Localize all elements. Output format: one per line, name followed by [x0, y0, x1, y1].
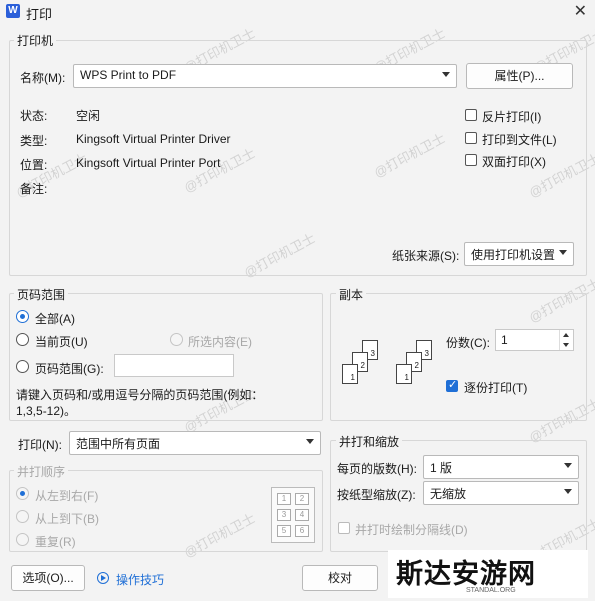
pages-per-sheet-value: 1 版	[430, 461, 453, 475]
status-value: 空闲	[76, 109, 101, 123]
reverse-print-label[interactable]: 反片打印(I)	[482, 108, 541, 125]
print-to-file-checkbox[interactable]	[465, 132, 477, 144]
order-grid-icon: 1 2 3 4 5 6	[271, 487, 315, 543]
location-value: Kingsoft Virtual Printer Port	[76, 156, 221, 170]
printer-name-label: 名称(M):	[20, 71, 66, 85]
close-icon[interactable]: ✕	[574, 1, 587, 21]
copies-count-value: 1	[501, 333, 508, 347]
order-group-title: 并打顺序	[14, 463, 69, 480]
window-title: 打印	[26, 7, 53, 22]
help-icon[interactable]	[97, 572, 109, 584]
scale-label: 按纸型缩放(Z):	[337, 488, 416, 502]
site-logo-sub: STANDAL.ORG	[466, 587, 516, 594]
wps-app-icon: W	[6, 4, 20, 18]
duplex-checkbox[interactable]	[465, 154, 477, 166]
site-logo: 斯达安游网 STANDAL.ORG	[388, 550, 588, 598]
scale-select[interactable]: 无缩放	[423, 481, 579, 505]
range-hint-line2: 1,3,5-12)。	[16, 404, 77, 418]
zoom-group-title: 并打和缩放	[336, 433, 403, 450]
printer-name-select[interactable]: WPS Print to PDF	[73, 64, 457, 88]
pages-per-sheet-label: 每页的版数(H):	[337, 462, 417, 476]
range-current-radio[interactable]	[16, 333, 29, 346]
draw-borders-label[interactable]: 并打时绘制分隔线(D)	[355, 521, 468, 538]
scale-value: 无缩放	[430, 487, 467, 501]
draw-borders-checkbox[interactable]	[338, 522, 350, 534]
site-logo-text: 斯达安游网	[396, 559, 536, 590]
paper-source-select[interactable]: 使用打印机设置	[464, 242, 574, 266]
title-bar: W 打印 ✕	[0, 0, 595, 24]
collate-checkbox[interactable]	[446, 378, 458, 392]
chevron-down-icon	[564, 463, 572, 468]
properties-button[interactable]: 属性(P)...	[466, 63, 573, 89]
location-label: 位置:	[20, 158, 48, 172]
range-pages-label[interactable]: 页码范围(G):	[35, 360, 104, 377]
copies-group-title: 副本	[336, 286, 367, 303]
order-left-right-radio[interactable]	[16, 487, 29, 500]
range-pages-radio[interactable]	[16, 360, 29, 373]
order-top-bottom-label[interactable]: 从上到下(B)	[35, 510, 99, 527]
range-all-label[interactable]: 全部(A)	[35, 310, 75, 327]
print-what-select[interactable]: 范围中所有页面	[69, 431, 321, 455]
range-selection-radio[interactable]	[170, 333, 183, 346]
chevron-down-icon	[564, 489, 572, 494]
tips-link[interactable]: 操作技巧	[116, 571, 164, 588]
reverse-print-checkbox[interactable]	[465, 109, 477, 121]
paper-source-value: 使用打印机设置	[471, 248, 556, 262]
printer-group-title: 打印机	[14, 32, 57, 49]
range-hint-line1: 请键入页码和/或用逗号分隔的页码范围(例如：	[16, 388, 264, 402]
chevron-down-icon	[559, 250, 567, 255]
comment-label: 备注:	[20, 182, 48, 196]
pages-per-sheet-select[interactable]: 1 版	[423, 455, 579, 479]
status-label: 状态:	[20, 109, 48, 123]
chevron-down-icon	[306, 439, 314, 444]
range-all-radio[interactable]	[16, 310, 29, 323]
order-repeat-label[interactable]: 重复(R)	[35, 533, 76, 550]
print-what-value: 范围中所有页面	[76, 437, 161, 451]
printer-name-value: WPS Print to PDF	[80, 68, 177, 82]
duplex-label[interactable]: 双面打印(X)	[482, 153, 546, 170]
page-range-input[interactable]	[114, 354, 234, 377]
paper-source-label: 纸张来源(S):	[392, 249, 460, 263]
spin-stepper-icon[interactable]	[559, 330, 573, 350]
order-top-bottom-radio[interactable]	[16, 510, 29, 523]
collate-label[interactable]: 逐份打印(T)	[464, 379, 527, 396]
options-button[interactable]: 选项(O)...	[11, 565, 85, 591]
order-left-right-label[interactable]: 从左到右(F)	[35, 487, 98, 504]
type-value: Kingsoft Virtual Printer Driver	[76, 132, 231, 146]
range-selection-label[interactable]: 所选内容(E)	[188, 333, 252, 350]
proofread-button[interactable]: 校对	[302, 565, 378, 591]
copies-count-label: 份数(C):	[446, 336, 490, 350]
chevron-down-icon	[442, 72, 450, 77]
type-label: 类型:	[20, 134, 48, 148]
print-what-label: 打印(N):	[18, 438, 62, 452]
print-to-file-label[interactable]: 打印到文件(L)	[482, 131, 557, 148]
copies-count-input[interactable]: 1	[495, 329, 574, 351]
page-range-group-title: 页码范围	[14, 286, 69, 303]
range-current-label[interactable]: 当前页(U)	[35, 333, 88, 350]
order-repeat-radio[interactable]	[16, 533, 29, 546]
